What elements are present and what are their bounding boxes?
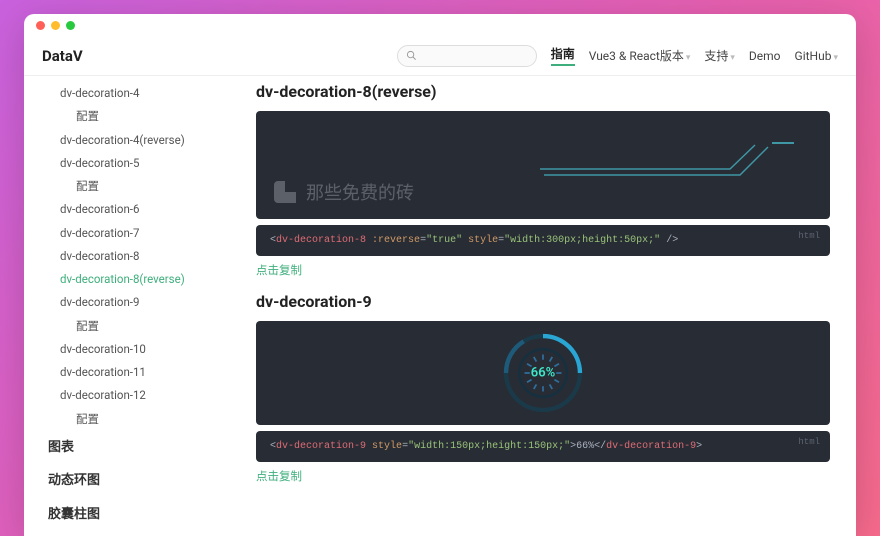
chevron-down-icon: ▾: [730, 53, 735, 63]
chevron-down-icon: ▾: [833, 53, 838, 63]
ring-percent-text: 66%: [531, 366, 555, 381]
sidebar-item[interactable]: dv-decoration-7: [42, 222, 228, 245]
watermark-text: 那些免费的砖: [306, 179, 414, 205]
nav-versions[interactable]: Vue3 & React版本▾: [589, 47, 691, 64]
sidebar-item[interactable]: dv-decoration-8: [42, 245, 228, 268]
nav-links: 指南 Vue3 & React版本▾ 支持▾ Demo GitHub▾: [551, 45, 838, 66]
main-content: dv-decoration-8(reverse) 那些免费的砖 html <dv…: [238, 76, 856, 536]
search-input[interactable]: [397, 45, 537, 67]
section-title: dv-decoration-9: [256, 292, 830, 311]
section-title: dv-decoration-8(reverse): [256, 82, 830, 101]
sidebar-item[interactable]: dv-decoration-11: [42, 361, 228, 384]
watermark: 那些免费的砖: [274, 179, 414, 205]
sidebar-item[interactable]: dv-decoration-6: [42, 198, 228, 221]
browser-window: DataV 指南 Vue3 & React版本▾ 支持▾ Demo GitHub…: [24, 14, 856, 536]
chevron-down-icon: ▾: [686, 53, 691, 63]
sidebar-sub[interactable]: 配置: [42, 105, 228, 128]
nav-demo[interactable]: Demo: [749, 49, 781, 63]
demo-preview: 那些免费的砖: [256, 111, 830, 219]
code-block[interactable]: html <dv-decoration-8 :reverse="true" st…: [256, 225, 830, 256]
sidebar-item[interactable]: dv-decoration-4(reverse): [42, 129, 228, 152]
search-icon: [406, 50, 417, 61]
sidebar-category[interactable]: 水位图: [42, 531, 228, 536]
code-lang-badge: html: [798, 437, 820, 447]
sidebar: dv-decoration-4 配置 dv-decoration-4(rever…: [24, 76, 238, 536]
top-navbar: DataV 指南 Vue3 & React版本▾ 支持▾ Demo GitHub…: [24, 36, 856, 76]
sidebar-category[interactable]: 胶囊柱图: [42, 498, 228, 532]
brand-logo[interactable]: DataV: [42, 47, 83, 65]
sidebar-item[interactable]: dv-decoration-9: [42, 291, 228, 314]
sidebar-item[interactable]: dv-decoration-12: [42, 384, 228, 407]
page-body: dv-decoration-4 配置 dv-decoration-4(rever…: [24, 76, 856, 536]
sidebar-sub[interactable]: 配置: [42, 315, 228, 338]
nav-github[interactable]: GitHub▾: [795, 49, 838, 63]
demo-preview: 66%: [256, 321, 830, 425]
sidebar-sub[interactable]: 配置: [42, 175, 228, 198]
nav-support[interactable]: 支持▾: [704, 47, 735, 64]
sidebar-category[interactable]: 动态环图: [42, 464, 228, 498]
sidebar-item[interactable]: dv-decoration-10: [42, 338, 228, 361]
code-lang-badge: html: [798, 231, 820, 241]
minimize-dot[interactable]: [51, 21, 60, 30]
window-titlebar: [24, 14, 856, 36]
watermark-icon: [274, 181, 296, 203]
maximize-dot[interactable]: [66, 21, 75, 30]
sidebar-item[interactable]: dv-decoration-5: [42, 152, 228, 175]
sidebar-item-active[interactable]: dv-decoration-8(reverse): [42, 268, 228, 291]
sidebar-category[interactable]: 图表: [42, 431, 228, 465]
copy-button[interactable]: 点击复制: [256, 262, 830, 278]
sidebar-sub[interactable]: 配置: [42, 408, 228, 431]
code-block[interactable]: html <dv-decoration-9 style="width:150px…: [256, 431, 830, 462]
decoration-8-reverse-graphic: [540, 139, 800, 179]
copy-button[interactable]: 点击复制: [256, 468, 830, 484]
sidebar-item[interactable]: dv-decoration-4: [42, 82, 228, 105]
close-dot[interactable]: [36, 21, 45, 30]
nav-guide[interactable]: 指南: [551, 45, 575, 66]
decoration-9-ring: 66%: [499, 329, 587, 417]
